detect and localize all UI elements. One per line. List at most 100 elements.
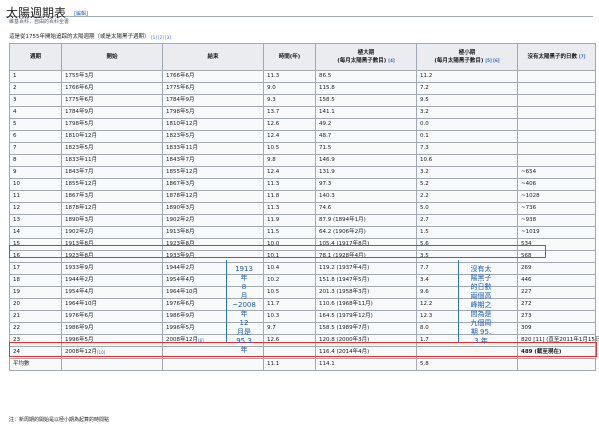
header-start[interactable]: 開始 [61,43,163,71]
page-subtitle: 維基百科，自由的百科全書 [9,19,70,25]
edit-link[interactable]: [編輯] [74,11,88,17]
cell-cycle: 20 [9,298,62,311]
table-row: 22 1986年9月 1996年5月 9.7 158.5 (1989年7月) 8.0 309 [9,322,596,335]
cell-end-text: 1933年9月 [166,253,195,259]
cell-spotless: ~736 [517,202,596,215]
cell-duration: 11.3 [263,202,316,215]
cell-start-text: 1878年12月 [65,205,97,211]
header-duration[interactable]: 時間(年) [263,43,316,71]
table-row: 17 1933年9月 1944年2月 10.4 119.2 (1937年4月) 7.7 26… [9,262,596,275]
header-max-ref[interactable]: [4] [388,58,394,63]
cell-start-text: 1913年8月 [65,241,94,247]
cell-min: 10.6 [416,154,518,167]
cell-start-text: 1775年6月 [65,97,94,103]
left-annotation-line [226,260,227,342]
table-caption: 這是從1755年開始追踪的太陽週期（或是太陽黑子週期） [1] [2] [3] [9,34,171,41]
table-row: 8 1833年11月 1843年7月 9.8 146.9 10.6 [9,154,596,167]
cell-avg-min: 5.8 [416,358,518,371]
header-min-ref[interactable]: [5] [6] [485,58,499,63]
cell-end-text: 1798年5月 [166,109,195,115]
cell-cycle: 23 [9,334,62,347]
cell-start: 1867年3月 [61,190,163,203]
cell-end-text: 1766年6月 [166,73,195,79]
cell-cycle: 1 [9,70,62,83]
header-min[interactable]: 極小期 (每月太陽黑子數目) [5] [6] [416,43,518,71]
right-annotation-line [458,260,459,342]
cell-cycle: 9 [9,166,62,179]
header-spotless[interactable]: 沒有太陽黑子的日數 [7] [517,43,596,71]
caption-refs[interactable]: [1] [2] [3] [151,35,171,40]
cell-cycle: 11 [9,190,62,203]
cell-start: 1855年12月 [61,178,163,191]
cell-spotless [517,70,596,83]
table-row: 24 2008年12月[10] 116.4 (2014年4月) 489 (截至現在) [9,346,596,359]
cell-spotless-text: 489 (截至現在) [521,349,562,355]
cell-start-text: 1890年3月 [65,217,94,223]
table-row: 6 1810年12月 1823年5月 12.4 48.7 0.1 [9,130,596,143]
cell-end-text: 1902年2月 [166,217,195,223]
cell-max: 105.4 (1917年8月) [315,238,417,251]
cell-spotless: 820 [11] (直至2011年1月15日) [517,334,599,347]
cell-end: 1775年6月 [162,82,264,95]
cell-start-text: 1784年9月 [65,109,94,115]
cell-end-ref[interactable]: [8] [198,338,204,343]
cell-start-text: 1954年4月 [65,289,94,295]
cell-duration: 13.7 [263,106,316,119]
cell-spotless-text: ~938 [521,217,537,223]
cell-cycle: 10 [9,178,62,191]
cell-cycle: 16 [9,250,62,263]
cell-end-text: 1823年5月 [166,133,195,139]
cell-end: 1823年5月 [162,130,264,143]
cell-spotless [517,142,596,155]
cell-min: 2.2 [416,190,518,203]
cell-start: 1902年2月 [61,226,163,239]
cell-duration: 9.3 [263,94,316,107]
page-title: 太陽週期表 [6,6,67,20]
cell-min: 7.2 [416,82,518,95]
cell-end: 1902年2月 [162,214,264,227]
cell-end-text: 1810年12月 [166,121,198,127]
cell-start-text: 1867年3月 [65,193,94,199]
cell-start: 1878年12月 [61,202,163,215]
table-row: 5 1798年5月 1810年12月 12.6 49.2 0.0 [9,118,596,131]
cell-end-text: 1913年8月 [166,229,195,235]
header-cycle[interactable]: 週期 [9,43,62,71]
cell-start-text: 1766年6月 [65,85,94,91]
cell-start-text: 1810年12月 [65,133,97,139]
cell-min [416,346,518,359]
cell-avg-label: 平均數 [9,358,62,371]
cell-spotless-text: 309 [521,325,532,331]
table-row: 2 1766年6月 1775年6月 9.0 115.8 7.2 [9,82,596,95]
cell-min: 5.0 [416,202,518,215]
cell-min: 3.2 [416,106,518,119]
cell-end: 1878年12月 [162,190,264,203]
cell-spotless-text: ~1028 [521,193,540,199]
cell-end: 1810年12月 [162,118,264,131]
header-max[interactable]: 極大期 (每月太陽黑子數目) [4] [315,43,417,71]
cell-start-text: 1855年12月 [65,181,97,187]
cell-start: 1810年12月 [61,130,163,143]
cell-max: 120.8 (2000年3月) [315,334,417,347]
cell-spotless-text: 272 [521,301,532,307]
header-spotless-ref[interactable]: [7] [579,54,585,59]
cell-duration: 11.8 [263,190,316,203]
cell-start: 1913年8月 [61,238,163,251]
cell-spotless: ~654 [517,166,596,179]
cell-spotless-text: 820 [521,337,532,343]
cell-max: 74.6 [315,202,417,215]
cell-spotless [517,118,596,131]
cell-duration: 12.6 [263,118,316,131]
cell-end-text: 1867年3月 [166,181,195,187]
cell-start-ref[interactable]: [10] [97,350,105,355]
table-row: 11 1867年3月 1878年12月 11.8 140.3 2.2 ~1028 [9,190,596,203]
cell-end-text: 1843年7月 [166,157,195,163]
cell-start: 1976年6月 [61,310,163,323]
header-end[interactable]: 結束 [162,43,264,71]
cell-spotless: ~1019 [517,226,596,239]
cell-max: 110.6 (1968年11月) [315,298,417,311]
cell-spotless: 269 [517,262,596,275]
cell-end-text: 1986年9月 [166,313,195,319]
cell-duration: 10.0 [263,238,316,251]
cell-spotless: 227 [517,286,596,299]
cell-start: 1933年9月 [61,262,163,275]
